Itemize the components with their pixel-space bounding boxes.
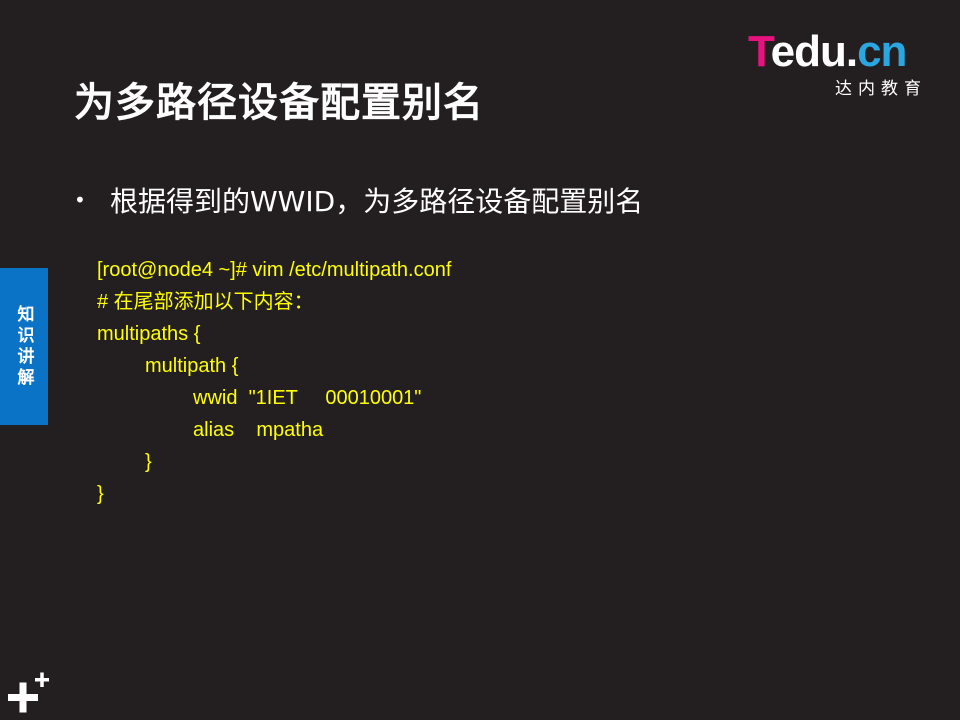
slide-title: 为多路径设备配置别名 <box>74 80 484 126</box>
code-line-alias: alias mpatha <box>193 419 324 441</box>
bullet-item: • 根据得到的WWID，为多路径设备配置别名 <box>74 180 643 220</box>
bullet-dot-icon: • <box>74 188 86 212</box>
plus-plus-icon <box>8 672 49 713</box>
code-block: [root@node4 ~]# vim /etc/multipath.conf … <box>97 254 451 510</box>
code-line-comment: # 在尾部添加以下内容： <box>97 291 314 313</box>
side-tab-knowledge: 知识讲解 <box>0 268 48 425</box>
code-line-multipaths-open: multipaths { <box>97 323 201 345</box>
tedu-logo: Tedu.cn 达内教育 <box>748 28 933 100</box>
side-tab-label: 知识讲解 <box>13 304 34 389</box>
logo-letter-t: T <box>748 27 772 76</box>
logo-letters-edu: edu. <box>770 27 858 76</box>
code-line-wwid: wwid "1IET 00010001" <box>193 387 422 409</box>
code-line-multipath-close: } <box>145 451 152 473</box>
logo-wordmark: Tedu.cn <box>748 27 907 76</box>
logo-letters-cn: cn <box>857 27 907 76</box>
code-line-multipath-open: multipath { <box>145 355 239 377</box>
logo-subtitle: 达内教育 <box>835 79 927 99</box>
bullet-text: 根据得到的WWID，为多路径设备配置别名 <box>110 185 644 218</box>
code-line-multipaths-close: } <box>97 483 104 505</box>
code-line-command: [root@node4 ~]# vim /etc/multipath.conf <box>97 259 452 281</box>
